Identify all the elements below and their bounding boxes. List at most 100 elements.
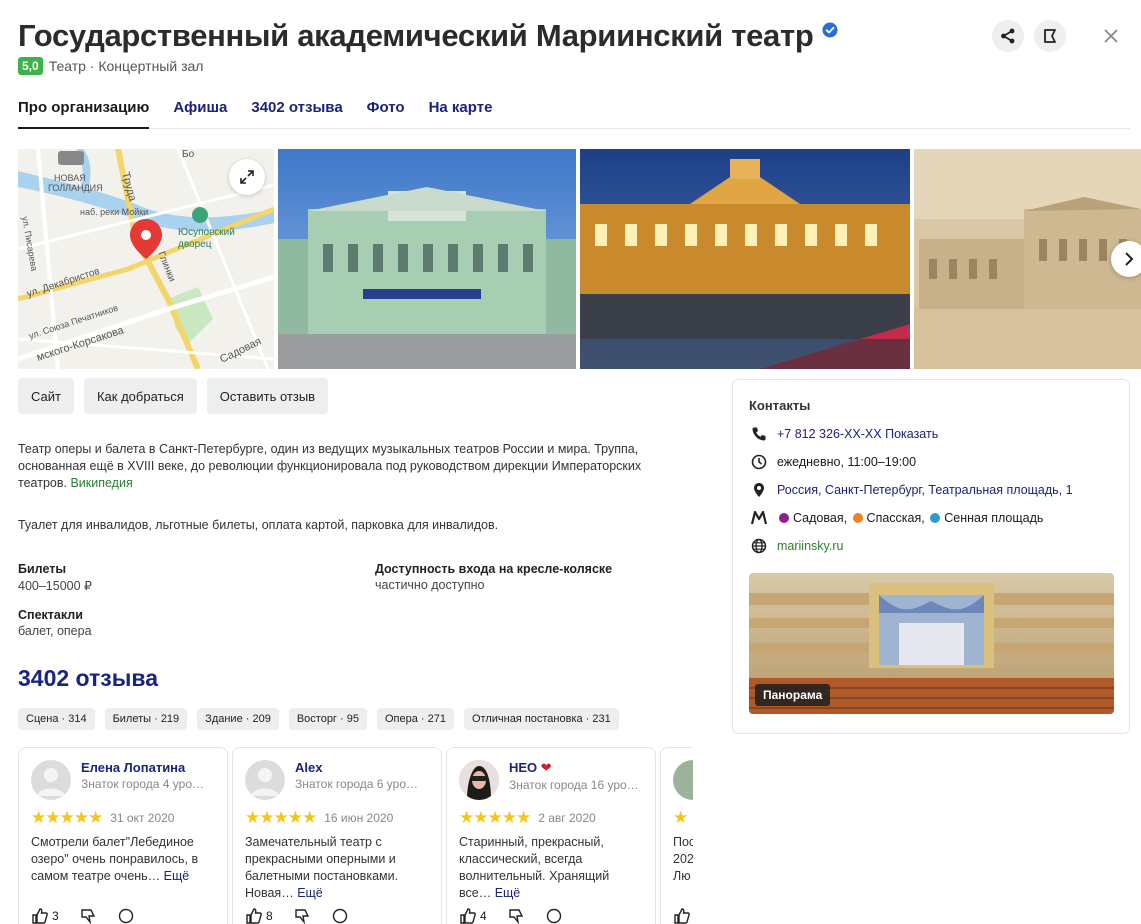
comment-icon[interactable] bbox=[331, 907, 349, 924]
thumbs-up-icon bbox=[246, 908, 262, 924]
address-link[interactable]: Россия, Санкт-Петербург, Театральная пло… bbox=[777, 483, 1073, 497]
star-rating: ★★★★★ bbox=[245, 808, 317, 827]
tab-photo[interactable]: Фото bbox=[367, 90, 405, 128]
dislike-icon[interactable] bbox=[79, 907, 97, 924]
site-button[interactable]: Сайт bbox=[18, 378, 74, 414]
review-body: Пос 202 Лю bbox=[673, 835, 693, 883]
contact-phone: +7 812 326-XX-XX Показать bbox=[749, 424, 938, 444]
review-body: Старинный, прекрасный, классический, все… bbox=[459, 835, 610, 900]
top-actions bbox=[992, 20, 1066, 52]
review-text: Смотрели балет"Лебединое озеро" очень по… bbox=[31, 834, 215, 902]
chip-delight[interactable]: Восторг · 95 bbox=[288, 708, 367, 730]
bookmark-icon bbox=[1044, 29, 1056, 43]
hours-text[interactable]: ежедневно, 11:00–19:00 bbox=[777, 455, 916, 469]
access-value: частично доступно bbox=[375, 578, 485, 592]
access-label: Доступность входа на кресле-коляске bbox=[375, 562, 613, 576]
review-actions: 4 bbox=[459, 907, 643, 924]
like-button[interactable]: 8 bbox=[245, 907, 273, 924]
contact-hours: ежедневно, 11:00–19:00 bbox=[749, 452, 916, 472]
bookmark-button[interactable] bbox=[1034, 20, 1066, 52]
tab-map[interactable]: На карте bbox=[429, 90, 493, 128]
like-button[interactable]: 3 bbox=[31, 907, 59, 924]
phone-number[interactable]: +7 812 326-XX-XX bbox=[777, 427, 882, 441]
show-phone-link[interactable]: Показать bbox=[885, 427, 938, 441]
review-card[interactable]: Елена Лопатина Знаток города 4 уро… ★★★★… bbox=[18, 747, 228, 924]
globe-icon bbox=[749, 536, 769, 556]
review-chips: Сцена · 314 Билеты · 219 Здание · 209 Во… bbox=[18, 708, 619, 730]
chip-production[interactable]: Отличная постановка · 231 bbox=[463, 708, 619, 730]
comment-icon[interactable] bbox=[545, 907, 563, 924]
shows-label: Спектакли bbox=[18, 608, 83, 622]
tab-reviews[interactable]: 3402 отзыва bbox=[251, 90, 342, 128]
clock-icon bbox=[749, 452, 769, 472]
avatar bbox=[245, 760, 285, 800]
photo-1[interactable] bbox=[278, 149, 576, 369]
close-icon bbox=[1104, 29, 1118, 43]
reviewer-name[interactable]: Елена Лопатина bbox=[81, 760, 204, 775]
chip-opera[interactable]: Опера · 271 bbox=[376, 708, 454, 730]
photo-3[interactable] bbox=[914, 149, 1141, 369]
photo-historic bbox=[914, 149, 1141, 369]
metro-line-dot bbox=[779, 513, 789, 523]
fact-shows: Спектакли балет, опера bbox=[18, 608, 92, 638]
heart-icon: ❤ bbox=[540, 760, 552, 775]
review-card[interactable]: HEO ❤ Знаток города 16 уро… ★★★★★ 2 авг … bbox=[446, 747, 656, 924]
expand-map-button[interactable] bbox=[229, 159, 265, 195]
review-actions: 8 bbox=[245, 907, 429, 924]
metro-station[interactable]: Садовая bbox=[793, 511, 844, 525]
like-count: 3 bbox=[52, 909, 59, 923]
tab-afisha[interactable]: Афиша bbox=[173, 90, 227, 128]
expand-icon bbox=[240, 170, 254, 184]
wikipedia-link[interactable]: Википедия bbox=[70, 476, 132, 490]
fact-access: Доступность входа на кресле-коляске част… bbox=[375, 562, 612, 592]
photo-facade-day bbox=[278, 149, 576, 369]
thumbs-up-icon bbox=[460, 908, 476, 924]
comment-icon[interactable] bbox=[117, 907, 135, 924]
contact-website: mariinsky.ru bbox=[749, 536, 843, 556]
more-link[interactable]: Ещё bbox=[164, 869, 190, 883]
chip-building[interactable]: Здание · 209 bbox=[197, 708, 279, 730]
like-button[interactable]: 4 bbox=[459, 907, 487, 924]
share-button[interactable] bbox=[992, 20, 1024, 52]
dislike-icon[interactable] bbox=[507, 907, 525, 924]
reviews-carousel: Елена Лопатина Знаток города 4 уро… ★★★★… bbox=[18, 747, 693, 924]
photo-2[interactable] bbox=[580, 149, 910, 369]
metro-station[interactable]: Сенная площадь bbox=[944, 511, 1043, 525]
review-actions bbox=[673, 907, 693, 924]
photo-gallery: НОВАЯ ГОЛЛАНДИЯ наб. реки Мойки Юсуповск… bbox=[18, 149, 1141, 369]
chip-tickets[interactable]: Билеты · 219 bbox=[104, 708, 188, 730]
close-button[interactable] bbox=[1099, 24, 1123, 48]
reviews-heading[interactable]: 3402 отзыва bbox=[18, 665, 158, 692]
review-text: Пос 202 Лю bbox=[673, 834, 693, 902]
verified-icon bbox=[822, 22, 838, 38]
reviewer-name[interactable]: Alex bbox=[295, 760, 418, 775]
rating-badge: 5,0 bbox=[18, 57, 43, 75]
metro-station[interactable]: Спасская bbox=[867, 511, 922, 525]
reviewer-name[interactable]: HEO ❤ bbox=[509, 760, 639, 776]
dislike-icon[interactable] bbox=[293, 907, 311, 924]
gallery-next-button[interactable] bbox=[1111, 241, 1141, 277]
avatar bbox=[31, 760, 71, 800]
more-link[interactable]: Ещё bbox=[297, 886, 323, 900]
mini-map[interactable]: НОВАЯ ГОЛЛАНДИЯ наб. реки Мойки Юсуповск… bbox=[18, 149, 274, 369]
tickets-label: Билеты bbox=[18, 562, 67, 576]
thumbs-up-icon[interactable] bbox=[673, 907, 691, 924]
map-label-gollandia: НОВАЯ bbox=[54, 173, 86, 183]
chip-scene[interactable]: Сцена · 314 bbox=[18, 708, 95, 730]
website-link[interactable]: mariinsky.ru bbox=[777, 539, 843, 553]
fact-tickets: Билеты 400–15000 ₽ bbox=[18, 562, 92, 593]
chevron-right-icon bbox=[1125, 252, 1134, 266]
panorama-preview[interactable]: Панорама bbox=[749, 573, 1114, 714]
description: Театр оперы и балета в Санкт-Петербурге,… bbox=[18, 441, 678, 492]
leave-review-button[interactable]: Оставить отзыв bbox=[206, 378, 329, 414]
reviewer-level: Знаток города 6 уро… bbox=[295, 777, 419, 791]
more-link[interactable]: Ещё bbox=[495, 886, 521, 900]
review-card[interactable]: Alex Знаток города 6 уро… ★★★★★ 16 июн 2… bbox=[232, 747, 442, 924]
tab-about[interactable]: Про организацию bbox=[18, 90, 150, 129]
review-date: 16 июн 2020 bbox=[324, 811, 394, 825]
route-button[interactable]: Как добраться bbox=[83, 378, 197, 414]
contacts-title: Контакты bbox=[749, 398, 811, 413]
review-card[interactable]: ★ Пос 202 Лю bbox=[660, 747, 693, 924]
review-text: Старинный, прекрасный, классический, все… bbox=[459, 834, 643, 902]
tickets-value: 400–15000 ₽ bbox=[18, 579, 92, 593]
